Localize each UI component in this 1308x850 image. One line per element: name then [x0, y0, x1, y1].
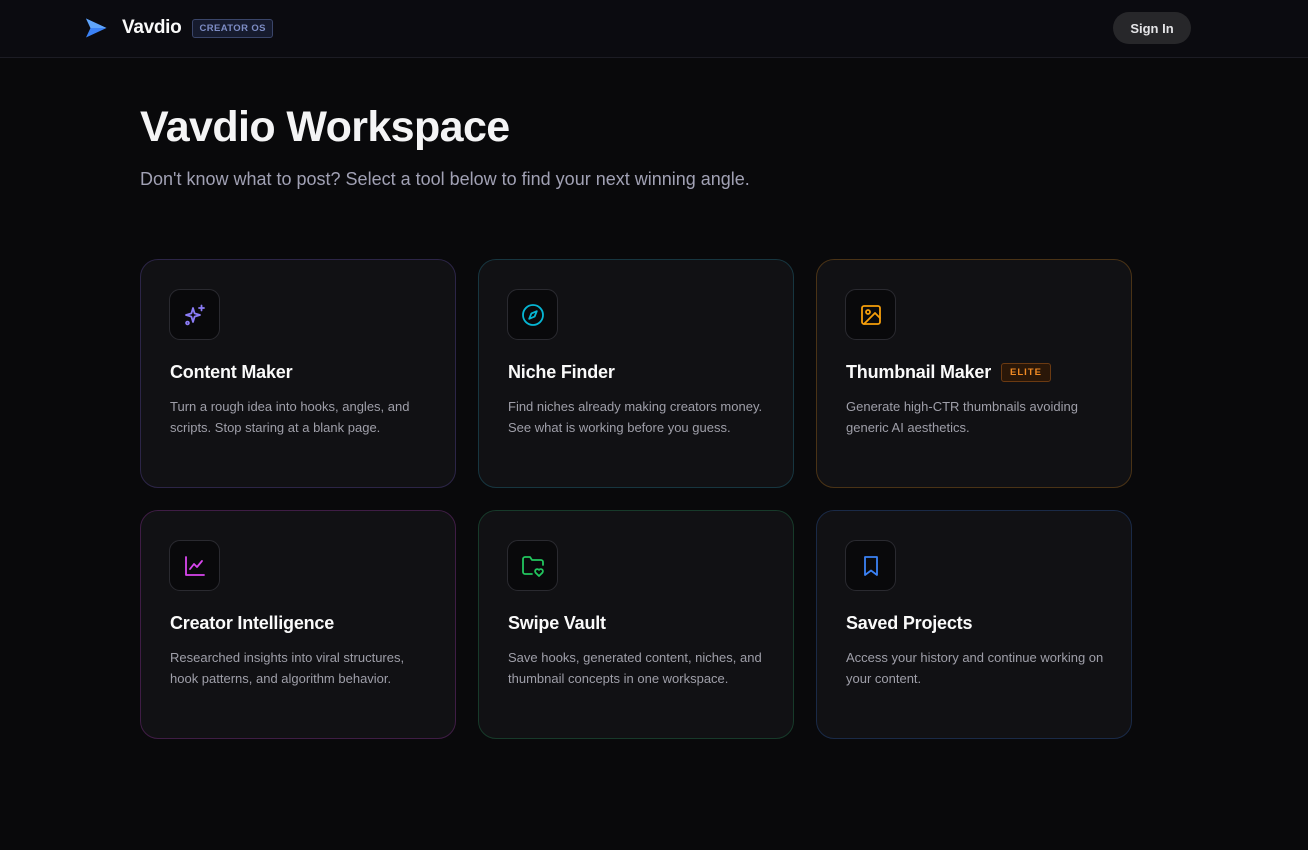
brand[interactable]: Vavdio CREATOR OS	[84, 16, 273, 40]
tool-card-thumbnail-maker[interactable]: Thumbnail Maker ELITE Generate high-CTR …	[816, 259, 1132, 488]
card-description: Access your history and continue working…	[846, 650, 1104, 686]
tool-card-niche-finder[interactable]: Niche Finder Find niches already making …	[478, 259, 794, 488]
bookmark-icon	[863, 555, 878, 576]
tool-card-content-maker[interactable]: Content Maker Turn a rough idea into hoo…	[140, 259, 456, 488]
card-description: Find niches already making creators mone…	[508, 399, 763, 435]
card-title: Thumbnail Maker	[846, 362, 992, 382]
image-icon	[860, 304, 881, 325]
sign-in-button[interactable]: Sign In	[1113, 12, 1191, 44]
card-icon-container	[845, 540, 896, 591]
card-title: Content Maker	[170, 362, 293, 382]
tool-card-creator-intelligence[interactable]: Creator Intelligence Researched insights…	[140, 510, 456, 739]
elite-badge: ELITE	[1001, 363, 1051, 382]
card-title: Creator Intelligence	[170, 613, 335, 633]
chevron-right-logo-icon	[86, 18, 107, 38]
card-icon-container	[507, 540, 558, 591]
folder-heart-icon	[521, 555, 544, 577]
card-icon-container	[169, 289, 220, 340]
card-description: Turn a rough idea into hooks, angles, an…	[170, 399, 410, 435]
card-title: Niche Finder	[508, 362, 615, 382]
brand-name: Vavdio	[122, 17, 182, 38]
card-icon-container	[169, 540, 220, 591]
brand-badge: CREATOR OS	[192, 18, 273, 38]
card-description: Researched insights into viral structure…	[170, 650, 405, 686]
sparkles-icon	[184, 304, 205, 325]
page-title: Vavdio Workspace	[140, 103, 510, 151]
card-title: Saved Projects	[846, 613, 973, 633]
compass-icon	[521, 303, 544, 326]
card-title: Swipe Vault	[508, 613, 606, 633]
top-navigation-bar: Vavdio CREATOR OS Sign In	[0, 0, 1308, 58]
card-description: Save hooks, generated content, niches, a…	[508, 650, 762, 686]
tool-card-saved-projects[interactable]: Saved Projects Access your history and c…	[816, 510, 1132, 739]
card-description: Generate high-CTR thumbnails avoiding ge…	[846, 399, 1078, 435]
page-subtitle: Don't know what to post? Select a tool b…	[140, 169, 750, 189]
card-icon-container	[845, 289, 896, 340]
line-chart-icon	[184, 555, 205, 576]
card-icon-container	[507, 289, 558, 340]
tool-card-swipe-vault[interactable]: Swipe Vault Save hooks, generated conten…	[478, 510, 794, 739]
